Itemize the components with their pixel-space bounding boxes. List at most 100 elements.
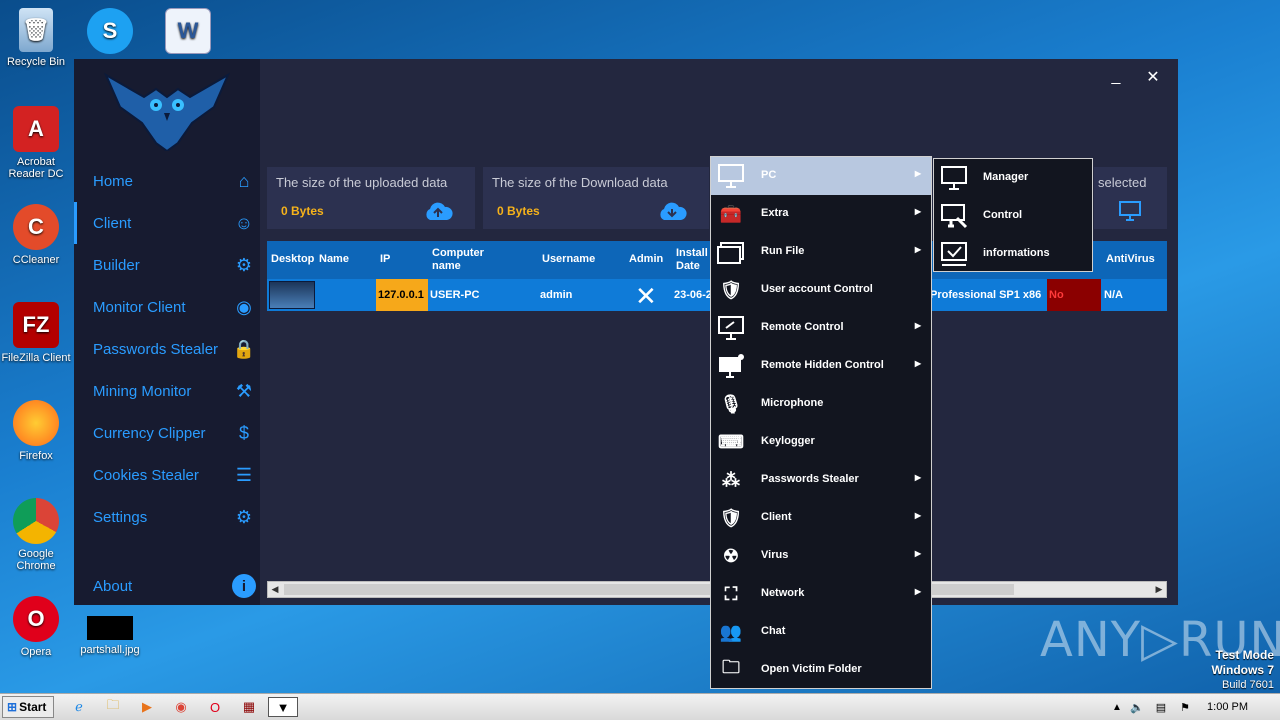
nav-cookies-stealer[interactable]: Cookies Stealer ☰ bbox=[74, 454, 260, 496]
monitor-wrench-icon bbox=[941, 204, 968, 229]
submenu-item-manager[interactable]: Manager bbox=[934, 159, 1092, 197]
col-install-line2: Date bbox=[676, 260, 700, 272]
submenu-item-label: Manager bbox=[983, 171, 1029, 183]
nav-home[interactable]: Home ⌂ bbox=[74, 160, 260, 202]
menu-item-keylogger[interactable]: ⌨ Keylogger bbox=[711, 423, 931, 461]
nav-settings-label: Settings bbox=[93, 508, 148, 526]
chrome-taskbar-icon[interactable]: ◉ bbox=[170, 697, 192, 717]
toolbox-icon: 🧰 bbox=[719, 203, 743, 224]
skype-icon: S bbox=[87, 8, 133, 54]
col-computer-name[interactable]: Computer name bbox=[432, 247, 484, 273]
clock[interactable]: 1:00 PM bbox=[1207, 701, 1248, 713]
desktop-icon-ccleaner[interactable]: C CCleaner bbox=[0, 204, 72, 266]
show-hidden-icons[interactable]: ▲ bbox=[1106, 697, 1128, 717]
menu-item-network[interactable]: ⛶ Network ▶ bbox=[711, 575, 931, 613]
desktop-icon-skype[interactable]: S bbox=[74, 8, 146, 58]
pickaxe-icon: ⚒ bbox=[235, 380, 253, 401]
submenu-item-informations[interactable]: informations bbox=[934, 235, 1092, 273]
list-icon: ☰ bbox=[235, 464, 253, 485]
col-username[interactable]: Username bbox=[542, 253, 595, 266]
menu-item-passwords-stealer[interactable]: ⁂ Passwords Stealer ▶ bbox=[711, 461, 931, 499]
desktop-icon-opera[interactable]: O Opera bbox=[0, 596, 72, 658]
acrobat-icon: A bbox=[13, 106, 59, 152]
action-center-flag-icon[interactable]: ⚑ bbox=[1174, 697, 1196, 717]
home-icon: ⌂ bbox=[238, 170, 250, 191]
archive-app-icon[interactable]: ▦ bbox=[238, 697, 260, 717]
opera-taskbar-icon[interactable]: O bbox=[204, 697, 226, 717]
col-install-date[interactable]: Install Date bbox=[676, 247, 708, 273]
nav-settings[interactable]: Settings ⚙ bbox=[74, 496, 260, 538]
nav-mining-monitor[interactable]: Mining Monitor ⚒ bbox=[74, 370, 260, 412]
test-mode-line3: Build 7601 bbox=[1222, 679, 1274, 691]
menu-item-label: Passwords Stealer bbox=[761, 473, 859, 485]
menu-item-microphone[interactable]: 🎙 Microphone bbox=[711, 385, 931, 423]
shield-user-icon: 🛡 bbox=[719, 279, 743, 300]
menu-item-client[interactable]: 🛡 Client ▶ bbox=[711, 499, 931, 537]
scroll-right-icon[interactable]: ▶ bbox=[1152, 583, 1166, 596]
col-admin[interactable]: Admin bbox=[629, 253, 663, 266]
nav-currency-clipper-label: Currency Clipper bbox=[93, 424, 206, 442]
internet-explorer-icon[interactable]: ℯ bbox=[68, 697, 90, 717]
menu-item-run-file[interactable]: Run File ▶ bbox=[711, 233, 931, 271]
menu-item-open-victim-folder[interactable]: 🗀 Open Victim Folder bbox=[711, 651, 931, 689]
col-ip[interactable]: IP bbox=[380, 253, 390, 266]
desktop-icon-chrome[interactable]: Google Chrome bbox=[0, 498, 72, 572]
desktop-icon-label: CCleaner bbox=[12, 254, 60, 266]
menu-item-label: Virus bbox=[761, 549, 789, 561]
desktop-icon-recycle-bin[interactable]: 🗑 Recycle Bin bbox=[0, 8, 72, 68]
menu-item-remote-control[interactable]: Remote Control ▶ bbox=[711, 309, 931, 347]
file-explorer-icon[interactable]: 🗀 bbox=[102, 697, 124, 717]
desktop-icon-acrobat[interactable]: A Acrobat Reader DC bbox=[0, 106, 72, 180]
menu-item-remote-hidden-control[interactable]: Remote Hidden Control ▶ bbox=[711, 347, 931, 385]
col-desktop[interactable]: Desktop bbox=[271, 253, 314, 266]
cell-computer: USER-PC bbox=[430, 289, 480, 301]
monitor-icon bbox=[941, 166, 967, 190]
menu-item-label: Chat bbox=[761, 625, 786, 637]
network-tray-icon[interactable]: ▤ bbox=[1150, 697, 1172, 717]
nav-client[interactable]: Client ☺ bbox=[74, 202, 260, 244]
desktop-icon-word[interactable]: W bbox=[152, 8, 224, 58]
nav-about[interactable]: About i bbox=[74, 565, 260, 607]
menu-item-user-account-control[interactable]: 🛡 User account Control bbox=[711, 271, 931, 309]
nav-builder[interactable]: Builder ⚙ bbox=[74, 244, 260, 286]
menu-item-pc[interactable]: PC ▶ bbox=[711, 157, 931, 195]
download-size-card: The size of the Download data 0 Bytes bbox=[483, 167, 709, 229]
cell-antivirus: N/A bbox=[1104, 289, 1123, 301]
context-menu: PC ▶ 🧰 Extra ▶ Run File ▶ 🛡 User account… bbox=[710, 156, 932, 689]
nav-about-label: About bbox=[93, 577, 133, 595]
password-icon: ⁂ bbox=[722, 469, 740, 490]
radiation-icon: ☢ bbox=[722, 545, 740, 566]
chrome-icon bbox=[13, 498, 59, 544]
col-install-line1: Install bbox=[676, 247, 708, 259]
desktop-icon-filezilla[interactable]: FZ FileZilla Client bbox=[0, 302, 72, 364]
start-button[interactable]: ⊞ Start bbox=[2, 696, 54, 718]
close-button[interactable]: ✕ bbox=[1139, 65, 1167, 89]
sidebar: Home ⌂ Client ☺ Builder ⚙ Monitor Client… bbox=[74, 59, 260, 605]
nav-monitor-client[interactable]: Monitor Client ◉ bbox=[74, 286, 260, 328]
nav-currency-clipper[interactable]: Currency Clipper $ bbox=[74, 412, 260, 454]
desktop-icon-label: Recycle Bin bbox=[6, 56, 66, 68]
user-icon: ☺ bbox=[234, 212, 254, 233]
col-antivirus[interactable]: AntiVirus bbox=[1106, 253, 1155, 266]
submenu-item-control[interactable]: Control bbox=[934, 197, 1092, 235]
col-name[interactable]: Name bbox=[319, 253, 349, 266]
desktop-icon-partshall[interactable]: partshall.jpg bbox=[74, 616, 146, 656]
media-player-icon[interactable]: ▶ bbox=[136, 697, 158, 717]
app-taskbar-icon[interactable]: ▼ bbox=[268, 697, 298, 717]
nav-builder-label: Builder bbox=[93, 256, 140, 274]
test-mode-line1: Test Mode bbox=[1215, 648, 1274, 662]
volume-icon[interactable]: 🔈 bbox=[1126, 697, 1148, 717]
nav-home-label: Home bbox=[93, 172, 134, 190]
menu-item-virus[interactable]: ☢ Virus ▶ bbox=[711, 537, 931, 575]
desktop-icon-firefox[interactable]: Firefox bbox=[0, 400, 72, 462]
menu-item-extra[interactable]: 🧰 Extra ▶ bbox=[711, 195, 931, 233]
nav-passwords-stealer[interactable]: Passwords Stealer 🔒 bbox=[74, 328, 260, 370]
col-computer-line1: Computer bbox=[432, 247, 484, 259]
cell-ip: 127.0.0.1 bbox=[378, 289, 424, 301]
menu-item-label: Open Victim Folder bbox=[761, 663, 862, 675]
chevron-right-icon: ▶ bbox=[914, 511, 921, 520]
minimize-button[interactable]: _ bbox=[1102, 65, 1130, 89]
scroll-left-icon[interactable]: ◀ bbox=[268, 583, 282, 596]
menu-item-label: Keylogger bbox=[761, 435, 815, 447]
menu-item-chat[interactable]: 👥 Chat bbox=[711, 613, 931, 651]
